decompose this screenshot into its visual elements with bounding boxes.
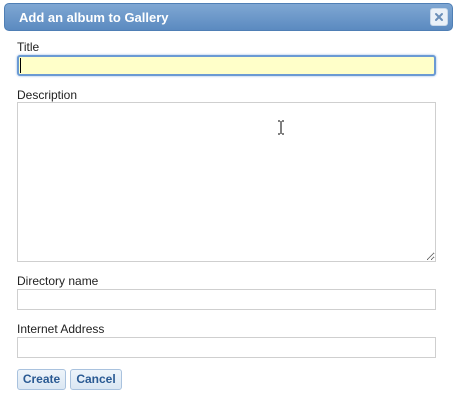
ibeam-cursor-icon: [278, 120, 284, 135]
close-button[interactable]: [430, 8, 448, 26]
description-textarea[interactable]: [17, 102, 436, 262]
dialog-titlebar[interactable]: Add an album to Gallery: [4, 3, 453, 31]
cancel-button[interactable]: Cancel: [70, 369, 122, 390]
internet-address-label: Internet Address: [17, 322, 105, 336]
title-label: Title: [17, 40, 40, 54]
internet-address-input[interactable]: [17, 337, 436, 358]
text-caret: [20, 58, 21, 73]
directory-name-input[interactable]: [17, 289, 436, 310]
close-icon: [435, 13, 443, 21]
dialog-title: Add an album to Gallery: [19, 10, 169, 25]
add-album-dialog: Add an album to Gallery Title Descriptio…: [0, 0, 455, 396]
title-input[interactable]: [17, 55, 436, 76]
directory-name-label: Directory name: [17, 274, 99, 288]
create-button[interactable]: Create: [17, 369, 66, 390]
description-label: Description: [17, 88, 78, 102]
